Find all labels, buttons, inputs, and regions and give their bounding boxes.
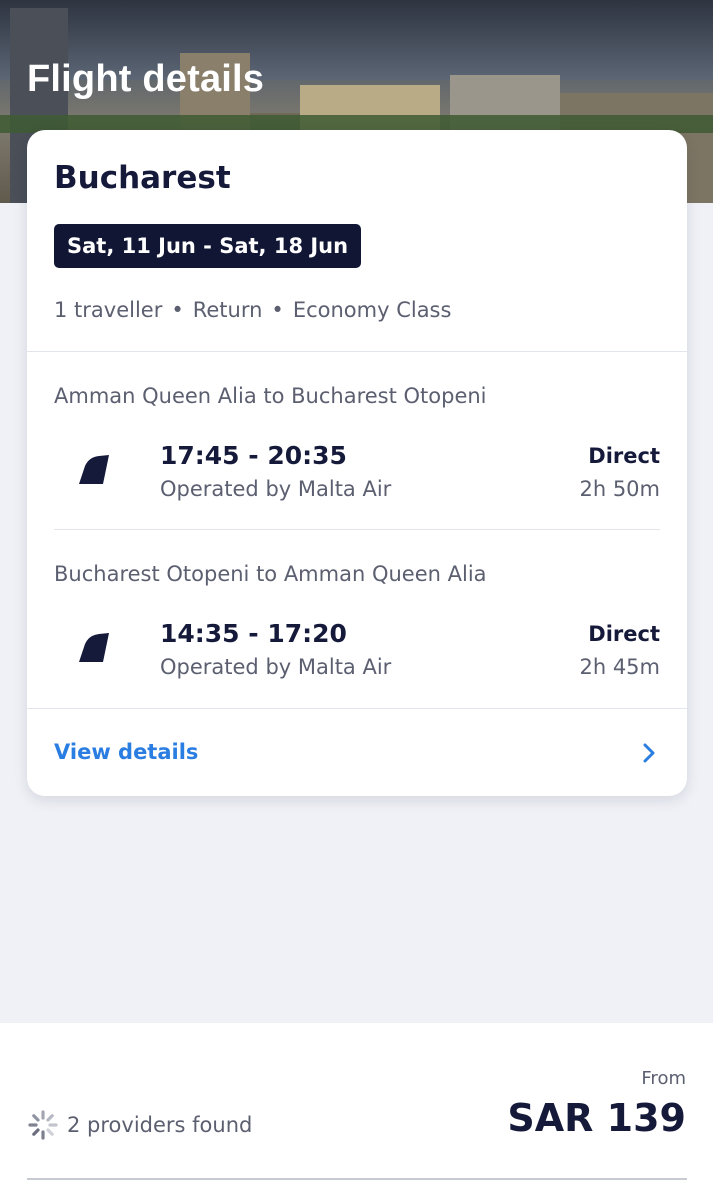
leg-divider [54,529,660,530]
leg-stops-outbound: Direct [588,444,660,468]
loading-spinner-icon [28,1110,58,1140]
price-prefix: From [641,1068,686,1089]
airline-tail-icon [79,633,109,662]
leg-times-return: 14:35 - 17:20 [160,619,347,648]
airline-tail-icon [79,455,109,484]
footer-divider [27,1178,687,1180]
trip-type: Return [192,298,263,322]
leg-duration-return: 2h 45m [579,655,660,679]
price-footer: 2 providers found From SAR 139 [0,1023,713,1200]
page-title: Flight details [27,58,265,100]
leg-times-outbound: 17:45 - 20:35 [160,441,347,470]
chevron-right-icon[interactable] [638,740,660,766]
leg-operator-outbound: Operated by Malta Air [160,477,392,501]
destination-city: Bucharest [54,160,231,196]
leg-route-outbound: Amman Queen Alia to Bucharest Otopeni [54,384,487,408]
trip-meta: 1 traveller • Return • Economy Class [54,298,451,322]
meta-separator: • [171,298,184,322]
section-divider [27,708,687,709]
leg-duration-outbound: 2h 50m [579,477,660,501]
leg-operator-return: Operated by Malta Air [160,655,392,679]
providers-status: 2 providers found [27,1109,252,1141]
section-divider [27,351,687,352]
leg-route-return: Bucharest Otopeni to Amman Queen Alia [54,562,487,586]
leg-stops-return: Direct [588,622,660,646]
flight-summary-card: Bucharest Sat, 11 Jun - Sat, 18 Jun 1 tr… [27,130,687,796]
meta-separator: • [271,298,284,322]
travellers-count: 1 traveller [54,298,163,322]
price-amount: SAR 139 [507,1096,686,1140]
cabin-class: Economy Class [292,298,452,322]
view-details-link[interactable]: View details [54,740,198,764]
providers-found-text: 2 providers found [67,1113,253,1137]
trip-dates-chip: Sat, 11 Jun - Sat, 18 Jun [54,224,362,268]
